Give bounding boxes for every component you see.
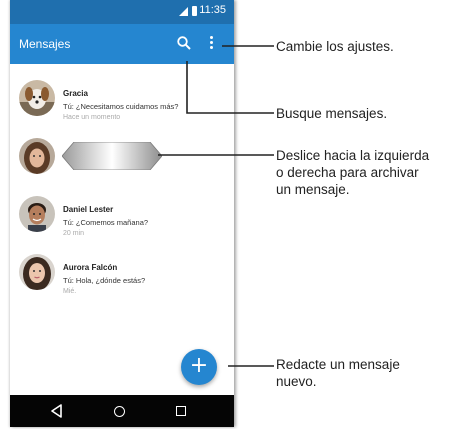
battery-icon: [192, 6, 197, 16]
search-icon[interactable]: [176, 35, 192, 51]
contact-name: Aurora Falcón: [63, 263, 118, 272]
callout-settings: Cambie los ajustes.: [276, 39, 394, 54]
conversation-item[interactable]: Daniel Lester Tú: ¿Comemos mañana? 20 mi…: [10, 194, 234, 254]
avatar: [19, 196, 55, 232]
callout-compose: Redacte un mensaje nuevo.: [276, 357, 400, 389]
message-preview: Tú: Hola, ¿dónde estás?: [63, 276, 146, 285]
callout-swipe: Deslice hacia la izquierda o derecha par…: [276, 148, 430, 197]
conversation-item[interactable]: Gracia Tú: ¿Necesitamos cuidamos más? Ha…: [10, 78, 234, 138]
compose-button[interactable]: +: [181, 349, 217, 385]
message-time: Mié.: [63, 288, 77, 295]
status-time: 11:35: [199, 4, 226, 16]
phone-screen: 11:35 Mensajes Gracia Tú: ¿Necesitamos c…: [10, 0, 234, 427]
back-icon[interactable]: [50, 404, 64, 418]
contact-name: Daniel Lester: [63, 205, 114, 214]
contact-name: Gracia: [63, 89, 88, 98]
message-preview: Tú: ¿Necesitamos cuidamos más?: [63, 102, 179, 111]
signal-icon: [179, 7, 188, 16]
avatar: [19, 80, 55, 116]
message-preview: Tú: ¿Comemos mañana?: [63, 218, 149, 227]
man-photo: [19, 196, 55, 232]
swipe-archive-bar[interactable]: [62, 142, 162, 170]
overflow-menu-icon[interactable]: [207, 34, 215, 54]
conversation-item[interactable]: Aurora Falcón Tú: Hola, ¿dónde estás? Mi…: [10, 252, 234, 312]
app-bar: Mensajes: [10, 24, 234, 64]
status-bar: 11:35: [10, 0, 234, 24]
woman-photo: [19, 254, 55, 290]
recents-icon[interactable]: [176, 406, 186, 416]
dog-photo: [19, 80, 55, 116]
message-time: 20 min: [63, 230, 85, 237]
navigation-bar: [10, 395, 234, 427]
conversation-item-swiping[interactable]: [10, 138, 234, 198]
app-title: Mensajes: [19, 37, 71, 51]
callout-search: Busque mensajes.: [276, 106, 388, 121]
woman-photo: [19, 138, 55, 174]
plus-icon: +: [189, 353, 209, 378]
avatar: [19, 138, 55, 174]
home-icon[interactable]: [114, 406, 125, 417]
message-time: Hace un momento: [63, 114, 121, 121]
avatar: [19, 254, 55, 290]
